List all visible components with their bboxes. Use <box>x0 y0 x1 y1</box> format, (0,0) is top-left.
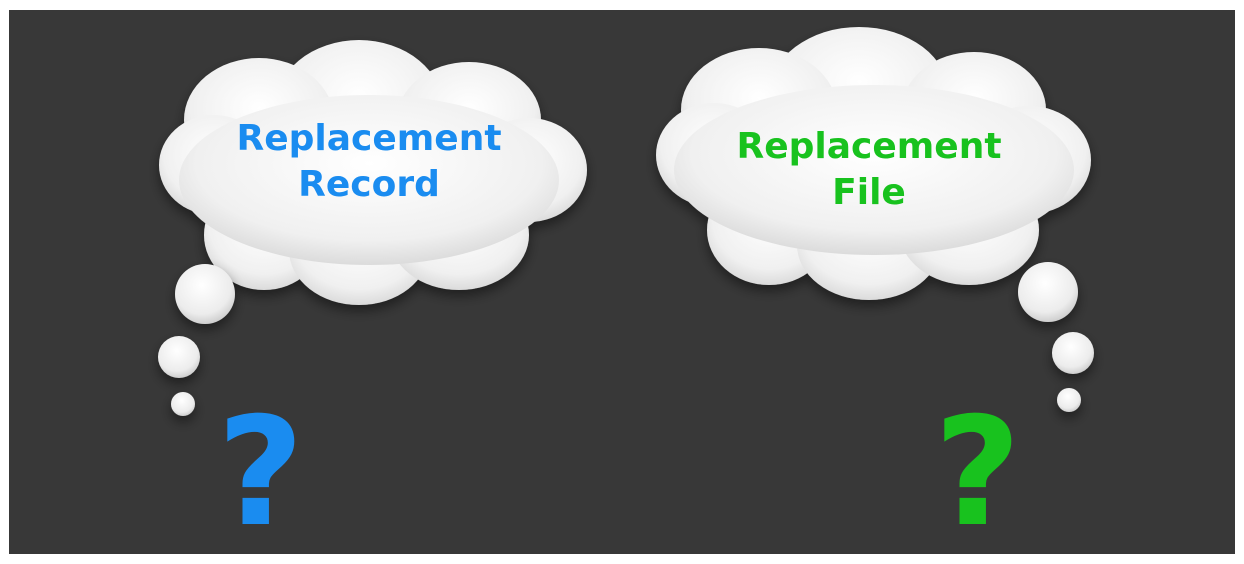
left-cloud-line-1: Replacement <box>236 118 502 159</box>
dark-panel: Replacement Record Replacement File ? ? <box>9 10 1235 554</box>
left-cloud-label: Replacement Record <box>224 116 514 208</box>
header-strip <box>0 0 560 10</box>
right-question-mark-icon: ? <box>934 386 1022 560</box>
thought-scene <box>158 27 1094 416</box>
right-cloud-line-1: Replacement <box>736 126 1002 167</box>
right-cloud-label: Replacement File <box>719 124 1019 216</box>
right-cloud-line-2: File <box>832 172 906 213</box>
left-cloud-line-2: Record <box>298 164 440 205</box>
right-thought-bubbles-icon <box>1018 262 1094 412</box>
slide: Replacement Record Replacement File ? ? <box>0 0 1244 564</box>
left-question-mark-icon: ? <box>217 386 305 560</box>
